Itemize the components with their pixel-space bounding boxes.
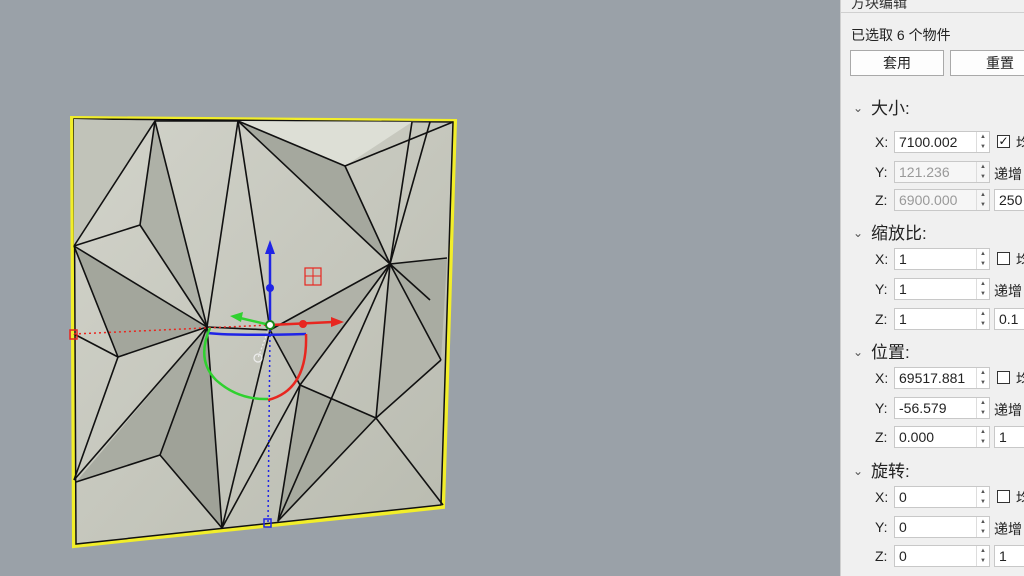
spinner-arrows-icon[interactable]: ▲ ▼ bbox=[976, 427, 989, 447]
size-y-value: 121.236 bbox=[899, 164, 950, 180]
scale-z-input[interactable]: 1 ▲ ▼ bbox=[894, 308, 990, 330]
section-scale-title: 缩放比: bbox=[871, 224, 927, 243]
size-uniform-label: 均 bbox=[1016, 133, 1024, 153]
size-z-input[interactable]: 6900.000 ▲ ▼ bbox=[894, 189, 990, 211]
chevron-down-icon: ⌄ bbox=[853, 101, 864, 115]
size-z-value: 6900.000 bbox=[899, 192, 958, 208]
size-z-label: Z: bbox=[875, 192, 888, 208]
selection-count-text: 已选取 6 个物件 bbox=[851, 27, 951, 43]
spinner-arrows-icon[interactable]: ▲ ▼ bbox=[976, 190, 989, 210]
scale-y-label: Y: bbox=[875, 281, 888, 297]
rotation-y-value: 0 bbox=[899, 519, 907, 535]
spinner-arrows-icon[interactable]: ▲ ▼ bbox=[976, 279, 989, 299]
size-increment-label: 递增 bbox=[994, 166, 1022, 182]
rotation-y-input[interactable]: 0 ▲ ▼ bbox=[894, 516, 990, 538]
viewport-canvas[interactable] bbox=[0, 0, 840, 576]
position-y-input[interactable]: -56.579 ▲ ▼ bbox=[894, 397, 990, 419]
size-y-label: Y: bbox=[875, 164, 888, 180]
rotation-uniform-label: 均 bbox=[1016, 488, 1024, 508]
chevron-down-icon: ⌄ bbox=[853, 464, 864, 478]
position-z-label: Z: bbox=[875, 429, 888, 445]
spinner-arrows-icon[interactable]: ▲ ▼ bbox=[976, 309, 989, 329]
rotation-x-value: 0 bbox=[899, 489, 907, 505]
rotation-increment-input[interactable]: 1 bbox=[994, 545, 1024, 567]
rotation-x-label: X: bbox=[875, 489, 889, 505]
section-rotation-header[interactable]: ⌄ 旋转: bbox=[853, 457, 910, 482]
apply-button[interactable]: 套用 bbox=[850, 50, 944, 76]
block-edit-panel: 方块编辑 已选取 6 个物件 套用 重置 ⌄ 大小: X: 7100.002 ▲ ▼ … bbox=[840, 0, 1024, 576]
scale-y-input[interactable]: 1 ▲ ▼ bbox=[894, 278, 990, 300]
scale-increment-input[interactable]: 0.1 bbox=[994, 308, 1024, 330]
reset-button[interactable]: 重置 bbox=[950, 50, 1024, 76]
chevron-down-icon: ⌄ bbox=[853, 226, 864, 240]
spinner-arrows-icon[interactable]: ▲ ▼ bbox=[976, 368, 989, 388]
rotation-x-input[interactable]: 0 ▲ ▼ bbox=[894, 486, 990, 508]
spinner-arrows-icon[interactable]: ▲ ▼ bbox=[976, 546, 989, 566]
size-uniform-checkbox[interactable]: ✓ bbox=[997, 135, 1010, 148]
section-position-title: 位置: bbox=[871, 343, 910, 362]
scale-z-value: 1 bbox=[899, 311, 907, 327]
scale-z-label: Z: bbox=[875, 311, 888, 327]
size-increment-input[interactable]: 250 bbox=[994, 189, 1024, 211]
position-uniform-checkbox[interactable] bbox=[997, 371, 1010, 384]
position-uniform-label: 均 bbox=[1016, 369, 1024, 389]
spinner-arrows-icon[interactable]: ▲ ▼ bbox=[976, 517, 989, 537]
rotation-y-label: Y: bbox=[875, 519, 888, 535]
gizmo-x-scale-dot[interactable] bbox=[299, 320, 307, 328]
size-y-input[interactable]: 121.236 ▲ ▼ bbox=[894, 161, 990, 183]
section-rotation-title: 旋转: bbox=[871, 462, 910, 481]
position-increment-label: 递增 bbox=[994, 402, 1022, 418]
position-x-value: 69517.881 bbox=[899, 370, 966, 386]
gizmo-z-scale-dot[interactable] bbox=[266, 284, 274, 292]
spinner-arrows-icon[interactable]: ▲ ▼ bbox=[976, 162, 989, 182]
scale-x-value: 1 bbox=[899, 251, 907, 267]
position-x-label: X: bbox=[875, 370, 889, 386]
size-x-label: X: bbox=[875, 134, 889, 150]
scale-increment-label: 递增 bbox=[994, 283, 1022, 299]
spinner-arrows-icon[interactable]: ▲ ▼ bbox=[976, 132, 989, 152]
size-x-value: 7100.002 bbox=[899, 134, 958, 150]
rotation-increment-label: 递增 bbox=[994, 521, 1022, 537]
panel-title-divider bbox=[841, 12, 1024, 13]
rotation-z-label: Z: bbox=[875, 548, 888, 564]
scale-x-input[interactable]: 1 ▲ ▼ bbox=[894, 248, 990, 270]
rotation-z-value: 0 bbox=[899, 548, 907, 564]
rotation-z-input[interactable]: 0 ▲ ▼ bbox=[894, 545, 990, 567]
section-scale-header[interactable]: ⌄ 缩放比: bbox=[853, 219, 927, 244]
section-position-header[interactable]: ⌄ 位置: bbox=[853, 338, 910, 363]
checkmark-icon: ✓ bbox=[998, 134, 1009, 148]
position-z-input[interactable]: 0.000 ▲ ▼ bbox=[894, 426, 990, 448]
position-y-value: -56.579 bbox=[899, 400, 947, 416]
scale-uniform-label: 均 bbox=[1016, 250, 1024, 270]
section-size-header[interactable]: ⌄ 大小: bbox=[853, 94, 910, 119]
spinner-arrows-icon[interactable]: ▲ ▼ bbox=[976, 398, 989, 418]
spinner-arrows-icon[interactable]: ▲ ▼ bbox=[976, 249, 989, 269]
spinner-arrows-icon[interactable]: ▲ ▼ bbox=[976, 487, 989, 507]
3d-viewport[interactable] bbox=[0, 0, 840, 576]
position-y-label: Y: bbox=[875, 400, 888, 416]
gizmo-origin[interactable] bbox=[265, 320, 275, 330]
position-increment-input[interactable]: 1 bbox=[994, 426, 1024, 448]
chevron-down-icon: ⌄ bbox=[853, 345, 864, 359]
scale-y-value: 1 bbox=[899, 281, 907, 297]
position-z-value: 0.000 bbox=[899, 429, 935, 445]
size-x-input[interactable]: 7100.002 ▲ ▼ bbox=[894, 131, 990, 153]
section-size-title: 大小: bbox=[871, 99, 910, 118]
position-x-input[interactable]: 69517.881 ▲ ▼ bbox=[894, 367, 990, 389]
scale-uniform-checkbox[interactable] bbox=[997, 252, 1010, 265]
scale-x-label: X: bbox=[875, 251, 889, 267]
rotation-uniform-checkbox[interactable] bbox=[997, 490, 1010, 503]
